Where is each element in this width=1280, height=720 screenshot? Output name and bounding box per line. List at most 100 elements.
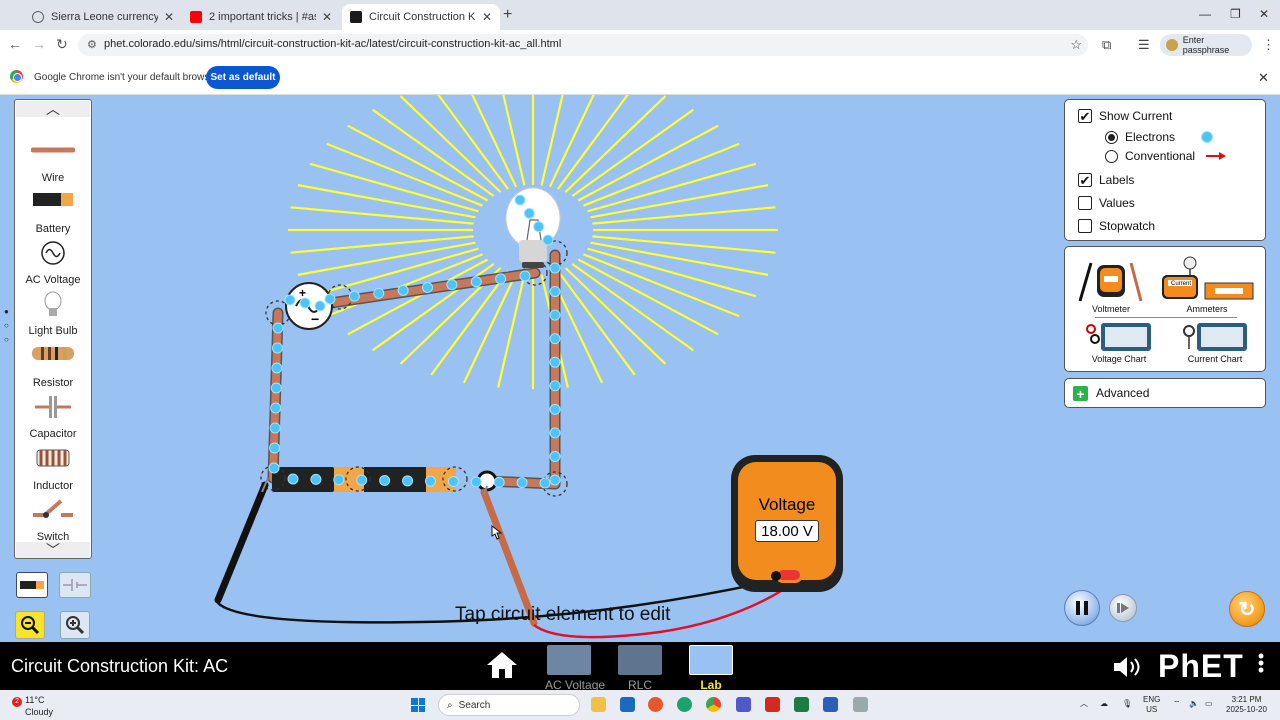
checkbox-checked-icon: ✔ [1078,108,1092,124]
onedrive-icon[interactable]: ☁ [1100,699,1108,709]
scroll-up-icon[interactable]: ︿ [16,101,90,117]
back-icon[interactable]: ← [8,36,22,52]
page-dot-2-icon[interactable]: ○ [4,321,9,330]
sound-icon[interactable] [1112,654,1144,680]
reading-list-icon[interactable]: ☰ [1138,37,1150,53]
browser-tab[interactable]: 2 important tricks | #asmr #com ✕ [182,4,340,30]
electron [397,284,409,296]
forward-icon[interactable]: → [32,36,46,52]
volume-icon[interactable]: 🔈 [1189,699,1199,709]
ammeter-icon[interactable]: Current [1161,253,1269,303]
step-forward-button[interactable] [1109,594,1137,622]
language-indicator[interactable]: ENG US [1143,695,1160,715]
screen-lab[interactable]: Lab [687,645,735,692]
conventional-radio[interactable]: Conventional [1105,149,1227,163]
wire-icon [31,147,75,153]
electrons-radio[interactable]: Electrons [1105,130,1214,144]
close-tab-icon[interactable]: ✕ [322,10,332,24]
outlook-icon[interactable] [620,697,635,712]
page-dot-1-icon[interactable]: ● [4,307,9,316]
new-tab-button[interactable]: + [503,6,512,24]
light-ray [590,184,769,219]
voltmeter-body[interactable]: Voltage 18.00 V [731,455,843,592]
toolbox-item-ac-voltage[interactable]: AC Voltage [15,240,91,286]
chrome-icon[interactable] [706,697,721,712]
avatar [1166,39,1178,51]
toolbox-item-wire[interactable]: Wire [15,138,91,184]
battery-tray-icon[interactable]: ▭ [1205,699,1213,709]
minimize-icon[interactable]: — [1199,7,1211,21]
browser-tab[interactable]: Sierra Leone currency ✕ [24,4,182,30]
set-as-default-button[interactable]: Set as default [206,66,280,89]
electron [271,342,283,354]
close-tab-icon[interactable]: ✕ [164,10,174,24]
address-bar[interactable]: ⚙ phet.colorado.edu/sims/html/circuit-co… [78,34,1088,56]
scroll-down-icon[interactable]: ﹀ [16,542,90,558]
electron [373,287,385,299]
home-icon[interactable] [485,650,519,680]
close-tab-icon[interactable]: ✕ [482,10,492,24]
phet-menu-icon[interactable]: • • • [1256,647,1266,679]
profile-button[interactable]: Enter passphrase [1160,34,1252,56]
show-current-checkbox[interactable]: ✔ Show Current [1078,109,1172,123]
taskbar-clock[interactable]: 3:21 PM 2025-10-20 [1226,695,1267,715]
youtube-icon [190,11,202,23]
current-chart-icon[interactable] [1181,321,1251,353]
word-icon[interactable] [823,697,838,712]
toolbox-item-light-bulb[interactable]: Light Bulb [15,291,91,337]
advanced-accordion[interactable]: + Advanced [1064,378,1266,408]
zoom-in-icon[interactable] [60,611,90,639]
file-explorer-icon[interactable] [591,697,606,712]
zoom-out-icon[interactable] [15,611,45,639]
phet-logo[interactable]: PhET [1158,648,1244,685]
extensions-icon[interactable]: ⧉ [1102,37,1111,53]
electron [310,473,322,485]
acrobat-icon[interactable] [765,697,780,712]
teams-icon[interactable] [736,697,751,712]
electron [549,262,561,274]
electron [539,477,551,489]
rlc-screen-icon [618,645,662,675]
close-window-icon[interactable]: ✕ [1259,7,1269,21]
toolbox-item-capacitor[interactable]: Capacitor [15,394,91,440]
voltage-chart-icon[interactable] [1085,321,1155,353]
reload-icon[interactable]: ↻ [56,36,68,53]
sim-play-area[interactable]: J + − [0,95,1280,642]
light-ray [437,95,509,190]
toolbox-item-battery[interactable]: Battery [15,189,91,235]
bookmark-star-icon[interactable]: ☆ [1070,37,1082,53]
voltmeter-black-probe[interactable] [214,477,786,624]
edge-icon[interactable] [677,697,692,712]
voltmeter-icon[interactable] [1077,257,1145,305]
toolbox-item-resistor[interactable]: Resistor [15,343,91,389]
reset-all-button[interactable]: ↻ [1229,591,1265,627]
browser-tab-active[interactable]: Circuit Construction Kit: AC ✕ [342,4,500,30]
pause-button[interactable] [1064,590,1100,626]
taskbar-search[interactable]: ⌕ Search [438,694,580,716]
restore-icon[interactable]: ❐ [1230,7,1241,21]
page-dot-3-icon[interactable]: ○ [4,335,9,344]
windows-start-icon[interactable] [411,698,425,712]
schematic-view-button[interactable] [59,572,91,598]
microphone-icon[interactable]: 🎙 [1122,699,1132,709]
firefox-icon[interactable] [648,697,663,712]
stopwatch-checkbox[interactable]: Stopwatch [1078,219,1155,233]
light-ray [592,206,776,225]
labels-checkbox[interactable]: ✔ Labels [1078,173,1134,187]
toolbox-item-switch[interactable]: Switch [15,497,91,543]
snipping-tool-icon[interactable] [853,697,868,712]
wifi-icon[interactable]: ⌔ [1173,699,1181,709]
toolbox-item-inductor[interactable]: Inductor [15,446,91,492]
screen-rlc[interactable]: RLC [616,645,664,692]
lifelike-view-button[interactable] [16,572,48,598]
chevron-up-icon[interactable]: ︿ [1080,699,1088,709]
screen-ac-voltage[interactable]: AC Voltage [545,645,605,692]
search-icon: ⌕ [447,699,453,711]
light-ray [347,124,489,202]
weather-widget[interactable]: 2 11°C Cloudy [12,695,53,717]
kebab-menu-icon[interactable]: ⋮ [1262,37,1275,53]
excel-icon[interactable] [794,697,809,712]
site-info-icon[interactable]: ⚙ [87,38,97,51]
values-checkbox[interactable]: Values [1078,196,1135,210]
close-infobar-icon[interactable]: ✕ [1258,70,1269,86]
